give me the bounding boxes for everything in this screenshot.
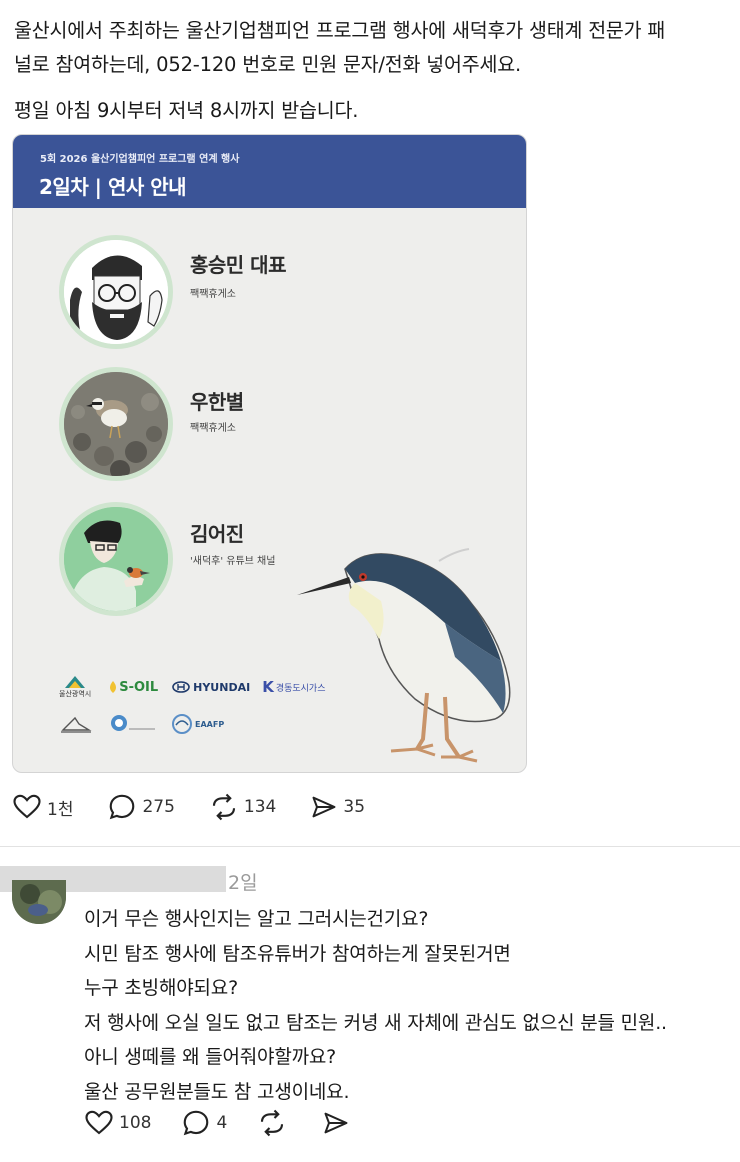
speaker-3-name: 김어진 — [190, 522, 244, 546]
comment-action-bar: 108 4 — [84, 1108, 385, 1138]
comment-line: 누구 초빙해야되요? — [84, 977, 238, 999]
card-title: 2일차 | 연사 안내 — [39, 175, 187, 199]
comment-line: 이거 무슨 행사인지는 알고 그러시는건기요? — [84, 908, 429, 930]
speaker-3-role: '새덕후' 유튜브 채널 — [190, 556, 276, 567]
send-icon — [324, 1112, 348, 1134]
comment-button[interactable]: 275 — [107, 792, 175, 822]
speaker-1-avatar — [59, 235, 173, 349]
comment-timestamp: 2일 — [228, 872, 258, 894]
world-migratory-bird-logo — [111, 715, 155, 731]
speaker-1-name: 홍승민 대표 — [190, 253, 286, 277]
comment-avatar[interactable] — [12, 880, 66, 924]
comment-body: 이거 무슨 행사인지는 알고 그러시는건기요? 시민 탐조 행사에 탐조유튜버가… — [84, 902, 734, 1109]
share-count: 35 — [343, 797, 366, 817]
speaker-2-role: 짹짹휴게소 — [190, 423, 236, 434]
post-line-3: 평일 아침 9시부터 저녁 8시까지 받습니다. — [14, 99, 359, 122]
heart-icon — [13, 794, 41, 819]
speech-bubble-icon — [184, 1110, 209, 1136]
night-heron-illustration — [295, 543, 525, 772]
comment-reply-count: 4 — [216, 1113, 228, 1133]
ulsan-logo: 울산광역시 — [59, 675, 91, 699]
sponsor-logos-row-2: EAAFP — [59, 713, 224, 735]
repost-button[interactable]: 134 — [209, 792, 276, 822]
speaker-3-avatar — [59, 502, 173, 616]
post-image-card[interactable]: 5회 2026 울산기업챔피언 프로그램 연계 행사 2일차 | 연사 안내 홍… — [12, 134, 527, 773]
soil-logo: S-OIL — [107, 680, 158, 695]
comment-repost-button[interactable] — [257, 1108, 292, 1138]
repost-count: 134 — [243, 797, 277, 817]
speech-bubble-icon — [110, 794, 135, 820]
divider — [0, 846, 740, 847]
comment-reply-button[interactable]: 4 — [181, 1108, 227, 1138]
repost-icon — [212, 793, 235, 821]
comment-like-button[interactable]: 108 — [84, 1108, 151, 1138]
share-button[interactable]: 35 — [310, 793, 365, 821]
heart-icon — [85, 1110, 113, 1135]
like-count: 1천 — [47, 799, 74, 820]
sponsor-logos-row-1: 울산광역시 S-OIL HYUNDAI K 경동도시가스 — [59, 675, 326, 699]
comment-like-count: 108 — [119, 1113, 152, 1133]
speaker-1-role: 짹짹휴게소 — [190, 289, 236, 300]
post-line-1: 울산시에서 주최하는 울산기업챔피언 프로그램 행사에 새덕후가 생태계 전문가… — [14, 19, 666, 42]
repost-icon — [261, 1109, 284, 1137]
hyundai-logo: HYUNDAI — [172, 681, 250, 694]
send-icon — [312, 796, 336, 818]
comment-line: 시민 탐조 행사에 탐조유튜버가 참여하는게 잘못된거면 — [84, 942, 511, 965]
post-text: 울산시에서 주최하는 울산기업챔피언 프로그램 행사에 새덕후가 생태계 전문가… — [14, 14, 730, 128]
comment-count: 275 — [142, 797, 175, 817]
post-action-bar: 1천 275 134 35 — [12, 792, 399, 822]
card-header: 5회 2026 울산기업챔피언 프로그램 연계 행사 2일차 | 연사 안내 — [13, 135, 526, 208]
card-subtitle: 5회 2026 울산기업챔피언 프로그램 연계 행사 — [40, 154, 240, 165]
like-button[interactable]: 1천 — [12, 792, 73, 822]
kyungdong-logo: K 경동도시가스 — [262, 678, 326, 696]
comment-line: 아니 생떼를 왜 들어줘야할까요? — [84, 1046, 337, 1068]
bird-society-logo — [61, 716, 92, 733]
speaker-2-avatar — [59, 367, 173, 481]
comment-line: 저 행사에 오실 일도 없고 탐조는 커녕 새 자체에 관심도 없으신 분들 민… — [84, 1011, 667, 1034]
comment-share-button[interactable] — [322, 1109, 355, 1137]
eaafp-logo: EAAFP — [171, 713, 224, 735]
post-line-2: 널로 참여하는데, 052-120 번호로 민원 문자/전화 넣어주세요. — [14, 53, 521, 76]
comment-line: 울산 공무원분들도 참 고생이네요. — [84, 1080, 350, 1103]
speaker-2-name: 우한별 — [190, 390, 244, 414]
